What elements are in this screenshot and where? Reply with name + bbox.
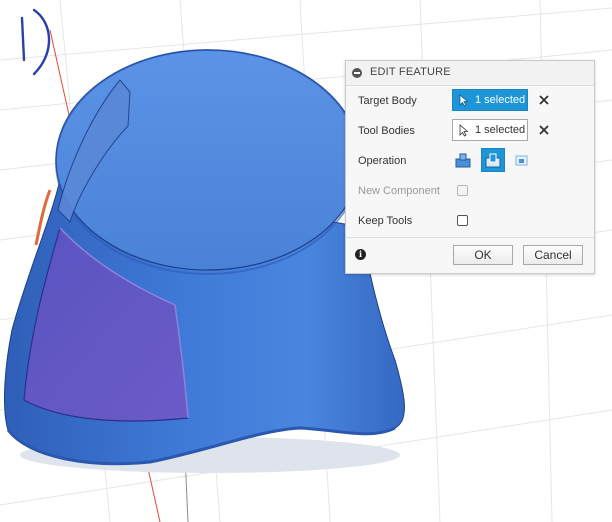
- target-body-label: Target Body: [358, 95, 417, 107]
- tool-bodies-select-button[interactable]: 1 selected: [452, 119, 528, 141]
- join-icon[interactable]: [452, 149, 474, 171]
- dialog-title: EDIT FEATURE: [370, 66, 451, 78]
- dialog-header[interactable]: EDIT FEATURE: [346, 61, 594, 86]
- tool-bodies-label: Tool Bodies: [358, 125, 415, 137]
- cursor-icon: [459, 94, 469, 107]
- ok-button[interactable]: OK: [453, 245, 513, 265]
- keep-tools-checkbox[interactable]: [457, 215, 468, 226]
- dialog-footer-divider: [346, 237, 594, 238]
- target-body-value: 1 selected: [475, 94, 526, 106]
- cancel-button[interactable]: Cancel: [523, 245, 583, 265]
- handwritten-annotation: [20, 8, 51, 76]
- edit-feature-dialog[interactable]: EDIT FEATURE Target Body 1 selected Tool…: [345, 60, 595, 274]
- new-component-checkbox[interactable]: [457, 185, 468, 196]
- keep-tools-label: Keep Tools: [358, 215, 413, 227]
- operation-label: Operation: [358, 155, 407, 167]
- tool-bodies-value: 1 selected: [475, 124, 526, 136]
- cursor-icon: [459, 124, 469, 137]
- clear-target-body-icon[interactable]: [538, 94, 550, 106]
- clear-tool-bodies-icon[interactable]: [538, 124, 550, 136]
- intersect-icon[interactable]: [511, 149, 533, 171]
- collapse-icon[interactable]: [352, 68, 362, 78]
- new-component-label: New Component: [358, 185, 440, 197]
- target-body-select-button[interactable]: 1 selected: [452, 89, 528, 111]
- cut-icon[interactable]: [481, 148, 505, 172]
- info-icon[interactable]: i: [355, 249, 366, 260]
